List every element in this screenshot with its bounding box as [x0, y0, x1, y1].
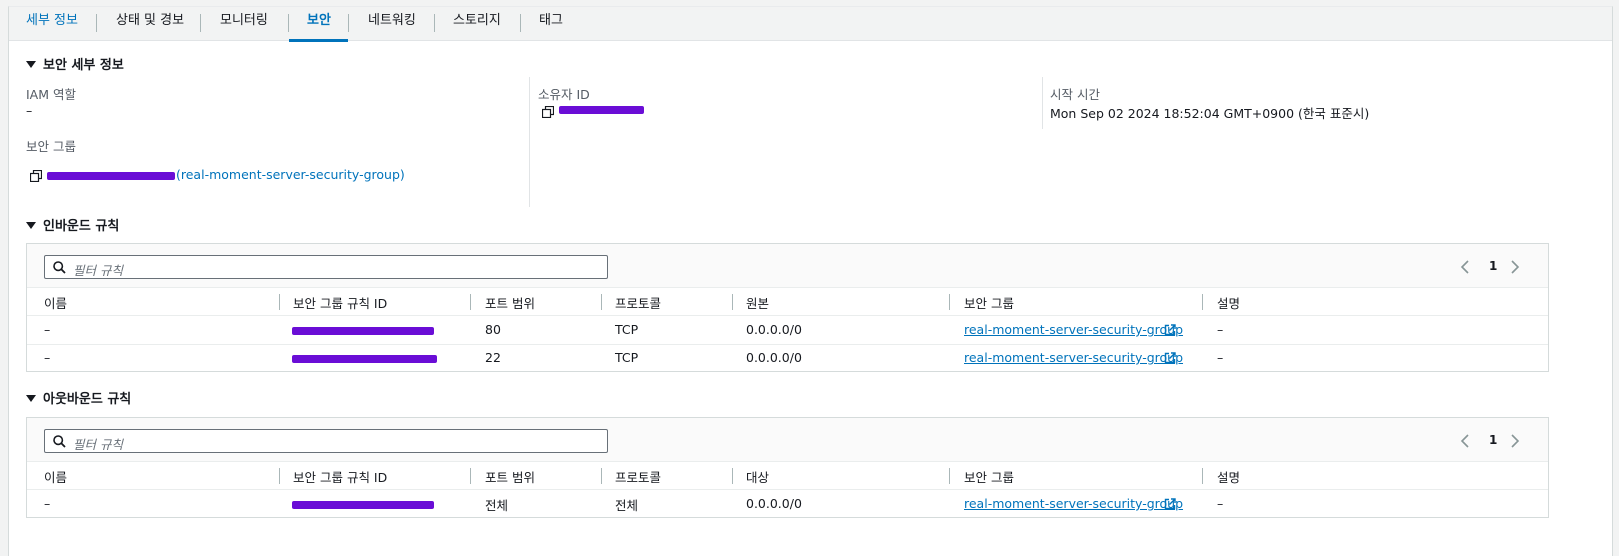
launch-time-label: 시작 시간	[1050, 87, 1100, 102]
tab-storage[interactable]: 스토리지	[453, 7, 501, 41]
table-row[interactable]: – 80 TCP 0.0.0.0/0 real-moment-server-se…	[27, 316, 1548, 344]
column-divider	[1042, 77, 1043, 129]
chevron-left-icon[interactable]	[1460, 434, 1470, 448]
table-row[interactable]: – 전체 전체 0.0.0.0/0 real-moment-server-sec…	[27, 490, 1548, 518]
inbound-rules-header[interactable]: 인바운드 규칙	[26, 215, 119, 234]
launch-time-value: Mon Sep 02 2024 18:52:04 GMT+0900 (한국 표준…	[1050, 106, 1370, 121]
security-group-label: 보안 그룹	[26, 139, 76, 154]
tab-status-alarms[interactable]: 상태 및 경보	[116, 7, 184, 41]
caret-down-icon	[26, 395, 36, 402]
table-header-row: 이름 보안 그룹 규칙 ID 포트 범위 프로토콜 원본 보안 그룹 설명	[27, 289, 1548, 315]
table-header-row: 이름 보안 그룹 규칙 ID 포트 범위 프로토콜 대상 보안 그룹 설명	[27, 463, 1548, 489]
col-description[interactable]: 설명	[1217, 293, 1240, 312]
external-link-icon[interactable]	[1164, 324, 1176, 336]
caret-down-icon	[26, 222, 36, 229]
security-group-link[interactable]: real-moment-server-security-group	[964, 496, 1183, 511]
col-security-group[interactable]: 보안 그룹	[964, 293, 1014, 312]
search-icon	[53, 435, 66, 448]
outbound-search-input[interactable]: 필터 규칙	[44, 429, 608, 453]
col-name[interactable]: 이름	[44, 293, 67, 312]
copy-icon[interactable]	[542, 106, 554, 118]
caret-down-icon	[26, 61, 36, 68]
col-source[interactable]: 원본	[746, 293, 769, 312]
tab-details[interactable]: 세부 정보	[26, 7, 78, 41]
redacted-owner-id	[559, 106, 644, 114]
table-toolbar: 필터 규칙 1	[27, 244, 1548, 288]
instance-details-panel: 세부 정보 상태 및 경보 모니터링 보안 네트워킹 스토리지 태그 보안 세부…	[8, 6, 1613, 556]
outbound-rules-table: 필터 규칙 1 이름 보안 그룹 규칙 ID 포트 범위 프로토콜 대상 보안 …	[26, 417, 1549, 518]
tab-networking[interactable]: 네트워킹	[368, 7, 416, 41]
security-group-link[interactable]: real-moment-server-security-group	[964, 322, 1183, 337]
col-security-group[interactable]: 보안 그룹	[964, 467, 1014, 486]
chevron-left-icon[interactable]	[1460, 260, 1470, 274]
inbound-rules-table: 필터 규칙 1 이름 보안 그룹 규칙 ID 포트 범위 프로토콜 원본 보안 …	[26, 243, 1549, 372]
external-link-icon[interactable]	[1164, 498, 1176, 510]
search-icon	[53, 261, 66, 274]
col-port-range[interactable]: 포트 범위	[485, 293, 535, 312]
col-rule-id[interactable]: 보안 그룹 규칙 ID	[293, 293, 387, 312]
redacted-rule-id	[292, 327, 434, 335]
col-description[interactable]: 설명	[1217, 467, 1240, 486]
inbound-search-input[interactable]: 필터 규칙	[44, 255, 608, 279]
col-name[interactable]: 이름	[44, 467, 67, 486]
outbound-rules-header[interactable]: 아웃바운드 규칙	[26, 388, 131, 407]
col-protocol[interactable]: 프로토콜	[615, 293, 661, 312]
table-row[interactable]: – 22 TCP 0.0.0.0/0 real-moment-server-se…	[27, 345, 1548, 373]
column-divider	[529, 77, 530, 207]
copy-icon[interactable]	[30, 170, 42, 182]
security-group-link[interactable]: (real-moment-server-security-group)	[176, 167, 405, 182]
owner-id-label: 소유자 ID	[538, 87, 590, 102]
security-group-link[interactable]: real-moment-server-security-group	[964, 350, 1183, 365]
iam-role-label: IAM 역할	[26, 87, 76, 102]
col-rule-id[interactable]: 보안 그룹 규칙 ID	[293, 467, 387, 486]
tab-tags[interactable]: 태그	[539, 7, 563, 41]
tab-bar: 세부 정보 상태 및 경보 모니터링 보안 네트워킹 스토리지 태그	[9, 7, 1612, 42]
col-port-range[interactable]: 포트 범위	[485, 467, 535, 486]
chevron-right-icon[interactable]	[1510, 434, 1520, 448]
security-details-header[interactable]: 보안 세부 정보	[26, 54, 124, 73]
external-link-icon[interactable]	[1164, 352, 1176, 364]
pagination: 1	[1460, 257, 1530, 277]
tab-monitoring[interactable]: 모니터링	[220, 7, 268, 41]
active-tab-indicator	[289, 39, 348, 42]
redacted-rule-id	[292, 355, 437, 363]
table-toolbar: 필터 규칙 1	[27, 418, 1548, 462]
page-number[interactable]: 1	[1489, 259, 1497, 273]
redacted-rule-id	[292, 501, 434, 509]
iam-role-value: –	[26, 103, 33, 118]
pagination: 1	[1460, 431, 1530, 451]
page-number[interactable]: 1	[1489, 433, 1497, 447]
chevron-right-icon[interactable]	[1510, 260, 1520, 274]
col-protocol[interactable]: 프로토콜	[615, 467, 661, 486]
tab-security[interactable]: 보안	[307, 7, 331, 41]
redacted-security-group-id	[47, 172, 175, 180]
col-destination[interactable]: 대상	[746, 467, 769, 486]
